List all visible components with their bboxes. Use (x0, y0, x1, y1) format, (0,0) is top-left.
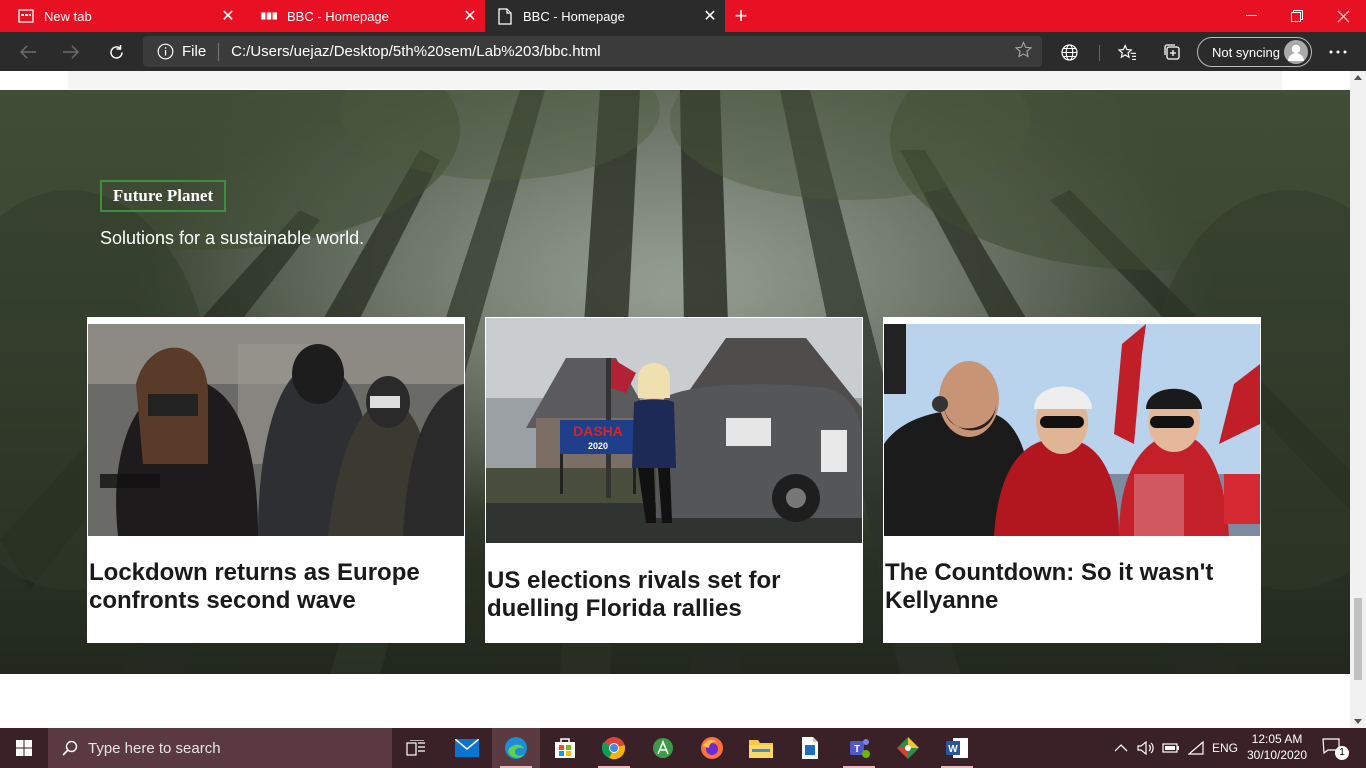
tab-bbc-homepage-active[interactable]: BBC - Homepage ✕ (485, 0, 725, 32)
tab-label: New tab (44, 8, 92, 24)
news-card[interactable]: DASHA 2020 US elections rivals set for d… (485, 317, 863, 643)
section-badge[interactable]: Future Planet (100, 180, 226, 212)
page-scrollbar[interactable] (1350, 71, 1366, 728)
firefox-icon[interactable] (688, 728, 736, 768)
card-headline[interactable]: The Countdown: So it wasn't Kellyanne (885, 559, 1257, 615)
sync-label: Not syncing (1212, 44, 1280, 60)
close-tab-icon[interactable]: ✕ (455, 6, 485, 26)
card-image-subway[interactable] (88, 324, 464, 536)
microsoft-teams-icon[interactable]: T (835, 728, 883, 768)
favorites-icon[interactable] (1111, 36, 1143, 68)
battery-icon[interactable] (1162, 728, 1180, 768)
search-icon (62, 740, 78, 756)
tab-bbc-homepage[interactable]: BBC - Homepage ✕ (243, 0, 485, 32)
tab-label: BBC - Homepage (287, 8, 389, 24)
search-placeholder: Type here to search (88, 739, 221, 757)
mail-app-icon[interactable] (443, 728, 491, 768)
scheme-label: File (182, 43, 207, 60)
info-icon[interactable] (157, 43, 174, 60)
tab-label: BBC - Homepage (523, 8, 625, 24)
address-bar[interactable]: File C:/Users/uejaz/Desktop/5th%20sem/La… (143, 36, 1042, 67)
svg-text:T: T (854, 744, 860, 755)
tab-new-tab[interactable]: New tab ✕ (0, 0, 243, 32)
clock-time: 12:05 AM (1251, 732, 1303, 746)
scroll-up-arrow-icon[interactable] (1354, 75, 1362, 80)
card-headline[interactable]: Lockdown returns as Europe confronts sec… (89, 559, 461, 615)
yard-sign-text: DASHA (573, 423, 623, 439)
forward-button[interactable] (55, 36, 87, 68)
avatar (1284, 40, 1308, 64)
card-headline[interactable]: US elections rivals set for duelling Flo… (487, 567, 859, 623)
close-tab-icon[interactable]: ✕ (213, 6, 243, 26)
input-language[interactable]: ENG (1212, 728, 1238, 768)
word-icon[interactable]: W (933, 728, 981, 768)
git-app-icon[interactable] (884, 728, 932, 768)
document-app-icon[interactable] (786, 728, 834, 768)
web-page: Future Planet Solutions for a sustainabl… (0, 71, 1350, 728)
show-hidden-icons-chevron-icon[interactable] (1114, 728, 1128, 768)
wifi-icon[interactable] (1188, 728, 1204, 768)
refresh-button[interactable] (100, 36, 132, 68)
task-view-icon[interactable] (392, 728, 440, 768)
file-explorer-icon[interactable] (737, 728, 785, 768)
favorite-star-icon[interactable] (1014, 41, 1033, 62)
close-window-button[interactable] (1320, 0, 1366, 32)
scrollbar-thumb[interactable] (1354, 598, 1362, 680)
windows-taskbar: Type here to search T W ENG 12:05 AM 30/… (0, 728, 1366, 768)
browser-toolbar: File C:/Users/uejaz/Desktop/5th%20sem/La… (0, 32, 1366, 71)
new-tab-page-icon (18, 8, 34, 24)
card-image-rally[interactable] (884, 324, 1260, 536)
android-studio-icon[interactable] (639, 728, 687, 768)
tab-strip: New tab ✕ BBC - Homepage ✕ BBC - Homepag… (0, 0, 1366, 32)
minimize-button[interactable] (1228, 0, 1274, 32)
translate-globe-icon[interactable] (1053, 36, 1085, 68)
svg-text:W: W (948, 744, 958, 755)
more-menu-icon[interactable] (1322, 36, 1354, 68)
volume-icon[interactable] (1137, 728, 1155, 768)
collections-icon[interactable] (1156, 36, 1188, 68)
url-text[interactable]: C:/Users/uejaz/Desktop/5th%20sem/Lab%203… (231, 43, 1015, 60)
action-center-icon[interactable]: 1 (1322, 738, 1349, 760)
back-button[interactable] (12, 36, 44, 68)
system-clock[interactable]: 12:05 AM 30/10/2020 (1240, 731, 1314, 763)
chrome-icon[interactable] (590, 728, 638, 768)
taskbar-search-box[interactable]: Type here to search (48, 728, 392, 768)
new-tab-button[interactable]: + (728, 0, 754, 32)
future-planet-section: Future Planet Solutions for a sustainabl… (0, 90, 1350, 674)
yard-sign-year: 2020 (588, 441, 608, 451)
page-icon (497, 7, 513, 25)
windows-start-icon[interactable] (0, 728, 48, 768)
news-card[interactable]: The Countdown: So it wasn't Kellyanne (883, 317, 1261, 643)
profile-sync-button[interactable]: Not syncing (1197, 37, 1312, 67)
edge-browser-icon[interactable] (492, 728, 540, 768)
clock-date: 30/10/2020 (1246, 748, 1308, 762)
news-card[interactable]: Lockdown returns as Europe confronts sec… (87, 317, 465, 643)
toolbar-divider (1099, 45, 1100, 61)
previous-section-edge (68, 71, 1282, 89)
divider (218, 42, 220, 61)
notification-count-badge: 1 (1335, 746, 1349, 760)
bbc-icon (261, 8, 277, 24)
section-subtitle: Solutions for a sustainable world. (100, 228, 365, 248)
close-tab-icon[interactable]: ✕ (695, 6, 725, 26)
restore-button[interactable] (1274, 0, 1320, 32)
card-image-election[interactable]: DASHA 2020 (486, 318, 862, 543)
microsoft-store-icon[interactable] (541, 728, 589, 768)
scroll-down-arrow-icon[interactable] (1354, 719, 1362, 724)
